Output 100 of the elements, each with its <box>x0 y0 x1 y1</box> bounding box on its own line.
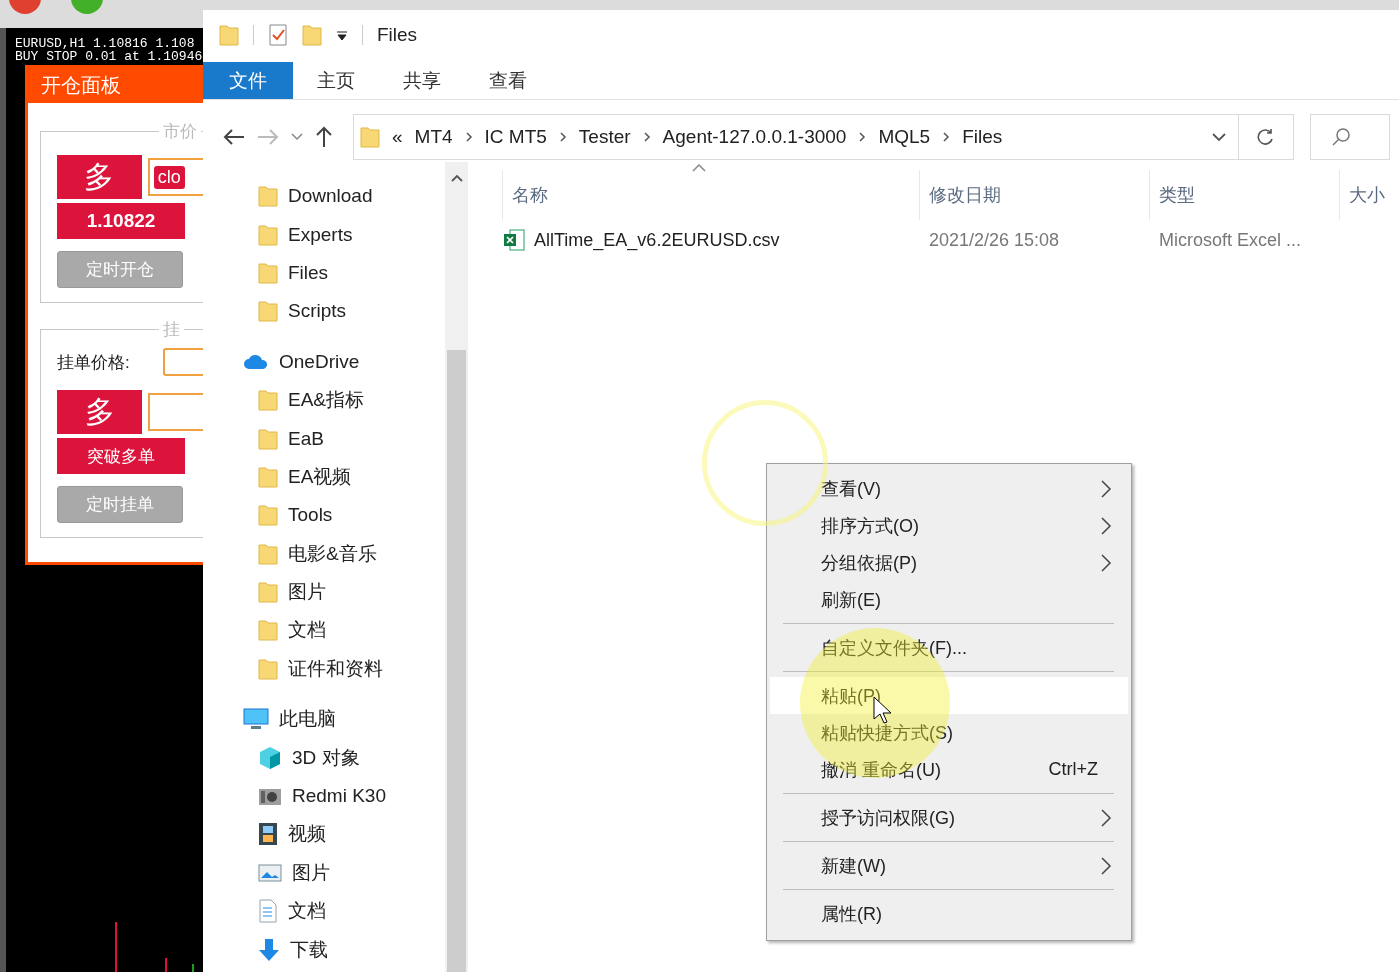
menu-item[interactable]: 排序方式(O) <box>770 507 1128 544</box>
properties-icon[interactable] <box>268 23 288 47</box>
tag-field[interactable]: clo <box>147 158 203 196</box>
ribbon-tab[interactable]: 文件 <box>203 62 293 99</box>
menu-item[interactable]: 分组依据(P) <box>770 544 1128 581</box>
nav-item[interactable]: EA&指标 <box>288 387 365 414</box>
monitor-icon <box>243 708 269 731</box>
menu-label: 自定义文件夹(F)... <box>821 636 967 660</box>
history-caret-icon[interactable] <box>291 133 303 141</box>
price-button[interactable]: 1.10822 <box>57 203 185 239</box>
menu-label: 授予访问权限(G) <box>821 806 955 830</box>
nav-item[interactable]: 3D 对象 <box>292 744 360 771</box>
nav-item[interactable]: 文档 <box>288 617 326 644</box>
nav-item[interactable]: Experts <box>288 223 353 246</box>
folder-icon <box>360 126 380 148</box>
dropdown-icon[interactable] <box>336 29 348 41</box>
column-header[interactable]: 大小 <box>1339 170 1399 220</box>
nav-item[interactable]: 视频 <box>288 821 326 848</box>
refresh-icon[interactable] <box>1257 128 1275 146</box>
search-field[interactable] <box>1310 114 1390 160</box>
group-legend: 挂 <box>159 320 184 340</box>
column-header[interactable]: 修改日期 <box>919 170 1149 220</box>
breadcrumb[interactable]: Agent-127.0.0.1-3000 <box>662 126 847 148</box>
menu-item[interactable]: 自定义文件夹(F)... <box>770 629 1128 666</box>
nav-item[interactable]: 证件和资料 <box>288 655 383 682</box>
folder-icon <box>258 581 278 604</box>
folder-icon <box>258 185 278 208</box>
ribbon-tab[interactable]: 主页 <box>293 62 379 99</box>
menu-label: 新建(W) <box>821 854 886 878</box>
breadcrumb[interactable]: Files <box>962 126 1003 148</box>
dropdown-icon[interactable] <box>1212 132 1226 142</box>
cube-icon <box>258 745 282 770</box>
buy-button[interactable]: 多 <box>57 390 142 434</box>
shortcut-label: Ctrl+Z <box>1048 759 1098 780</box>
menu-item[interactable]: 刷新(E) <box>770 581 1128 618</box>
camera-icon <box>258 786 282 807</box>
menu-label: 刷新(E) <box>821 588 881 612</box>
ribbon-tab[interactable]: 共享 <box>379 62 465 99</box>
nav-item[interactable]: 文档 <box>288 898 326 925</box>
folder-icon <box>302 24 322 46</box>
buy-button[interactable]: 多 <box>57 155 142 199</box>
nav-item[interactable]: 电影&音乐 <box>288 540 377 567</box>
chart-label: BUY STOP 0.01 at 1.10946 <box>15 50 203 63</box>
sort-caret-icon[interactable] <box>692 164 706 172</box>
nav-item[interactable]: 此电脑 <box>279 706 336 733</box>
chevron-icon[interactable] <box>464 131 473 143</box>
nav-item[interactable]: Scripts <box>288 300 347 323</box>
group-legend: 市价 <box>159 122 201 142</box>
breadcrumb[interactable]: IC MT5 <box>484 126 547 148</box>
menu-item[interactable]: 授予访问权限(G) <box>770 799 1128 836</box>
modified-date: 2021/2/26 15:08 <box>928 229 1061 251</box>
tag-label: clo <box>153 165 185 189</box>
folder-icon <box>258 542 278 565</box>
folder-icon <box>258 427 278 450</box>
panel-title: 开仓面板 <box>41 73 121 98</box>
nav-item[interactable]: OneDrive <box>279 350 360 373</box>
price-label: 挂单价格: <box>57 351 130 374</box>
nav-item[interactable]: Tools <box>288 504 333 527</box>
breadcrumb[interactable]: Tester <box>578 126 631 148</box>
chevron-icon[interactable] <box>642 131 651 143</box>
folder-icon <box>258 657 278 680</box>
menu-label: 属性(R) <box>821 902 882 926</box>
menu-label: 查看(V) <box>821 477 881 501</box>
menu-item[interactable]: 查看(V) <box>770 470 1128 507</box>
nav-item[interactable]: Files <box>288 261 329 284</box>
nav-item[interactable]: 下载 <box>290 936 328 963</box>
menu-label: 排序方式(O) <box>821 514 919 538</box>
folder-icon <box>219 24 239 46</box>
ribbon-tab[interactable]: 查看 <box>465 62 551 99</box>
search-icon <box>1331 127 1351 147</box>
scroll-up-icon[interactable] <box>450 174 463 182</box>
document-icon <box>258 899 278 924</box>
nav-item[interactable]: EaB <box>288 427 324 450</box>
nav-item[interactable]: Download <box>288 185 373 208</box>
breadcrumb-overflow[interactable]: « <box>392 126 403 148</box>
menu-item[interactable]: 新建(W) <box>770 847 1128 884</box>
scroll-thumb[interactable] <box>446 350 466 972</box>
chevron-icon[interactable] <box>942 131 951 143</box>
chart-label: EURUSD,H1 1.10816 1.108 <box>15 37 195 50</box>
address-bar[interactable]: « MT4 IC MT5 Tester Agent-127.0.0.1-3000 MQL5 Files <box>353 114 1294 160</box>
breadcrumb[interactable]: MQL5 <box>878 126 931 148</box>
cloud-icon <box>243 353 269 370</box>
column-header[interactable]: 类型 <box>1149 170 1339 220</box>
back-icon[interactable] <box>223 128 245 146</box>
nav-item[interactable]: 图片 <box>292 859 330 886</box>
nav-item[interactable]: Redmi K30 <box>292 785 386 808</box>
folder-icon <box>258 389 278 412</box>
column-header[interactable]: 名称 <box>502 170 919 220</box>
up-icon[interactable] <box>315 126 333 148</box>
breakout-button[interactable]: 突破多单 <box>57 438 185 474</box>
file-name[interactable]: AllTime_EA_v6.2EURUSD.csv <box>534 229 780 251</box>
nav-item[interactable]: 图片 <box>288 579 326 606</box>
folder-icon <box>258 223 278 246</box>
chevron-icon[interactable] <box>558 131 567 143</box>
menu-label: 分组依据(P) <box>821 551 917 575</box>
nav-item[interactable]: EA视频 <box>288 463 352 490</box>
breadcrumb[interactable]: MT4 <box>414 126 453 148</box>
chevron-icon[interactable] <box>858 131 867 143</box>
scrollbar[interactable] <box>444 162 468 972</box>
menu-item[interactable]: 属性(R) <box>770 895 1128 932</box>
